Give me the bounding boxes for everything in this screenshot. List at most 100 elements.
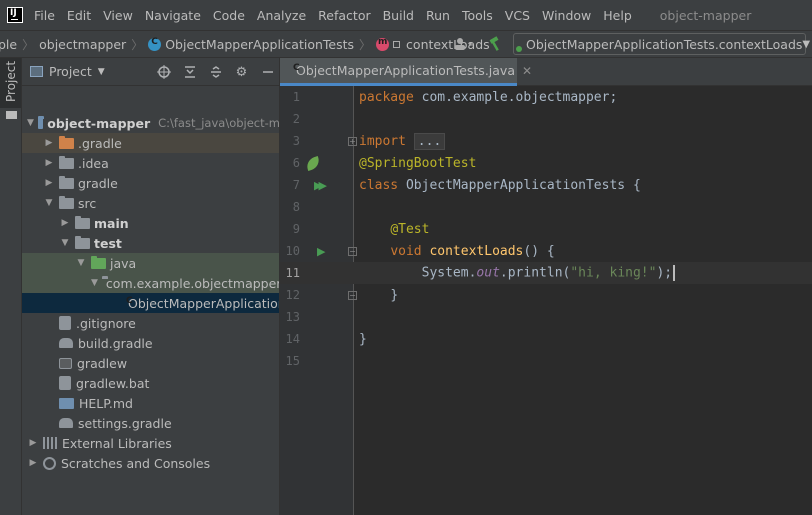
fold-expand-icon[interactable]: + xyxy=(348,136,357,146)
breadcrumb-separator: 〉 xyxy=(22,37,35,52)
chevron-right-icon[interactable]: ▶ xyxy=(59,218,71,228)
run-all-tests-icon[interactable]: ▶▶ xyxy=(314,179,327,192)
expand-all-icon[interactable] xyxy=(182,65,197,80)
chevron-down-icon[interactable]: ▼ xyxy=(43,198,55,208)
gitignore-file-icon xyxy=(59,316,71,330)
scratches-icon xyxy=(43,456,56,470)
run-test-icon[interactable]: ▶ xyxy=(317,245,325,258)
tree-item-java[interactable]: ▼ java xyxy=(22,253,279,273)
tree-item-scratches[interactable]: ▶ Scratches and Consoles xyxy=(22,453,279,473)
tree-item-gitignore[interactable]: .gitignore xyxy=(22,313,279,333)
code-line[interactable]: 1 package com.example.objectmapper; xyxy=(280,86,812,108)
code-line-current[interactable]: 11 System.out.println("hi, king!"); xyxy=(280,262,812,284)
chevron-right-icon[interactable]: ▶ xyxy=(43,138,55,148)
chevron-down-icon[interactable]: ▼ xyxy=(59,238,71,248)
code-line[interactable]: 12 − } xyxy=(280,284,812,306)
tree-item-gradlew[interactable]: gradlew xyxy=(22,353,279,373)
folder-icon xyxy=(75,235,90,249)
tree-item-main[interactable]: ▶ main xyxy=(22,213,279,233)
tree-item-gradlew-bat[interactable]: gradlew.bat xyxy=(22,373,279,393)
folded-imports[interactable]: ... xyxy=(413,132,446,150)
tree-item-idea[interactable]: ▶ .idea xyxy=(22,153,279,173)
window-title: object-mapper xyxy=(659,7,752,23)
code-line[interactable]: 8 xyxy=(280,196,812,218)
project-stripe-button[interactable]: Project xyxy=(0,58,21,119)
code-line[interactable]: 14 } xyxy=(280,328,812,350)
text-caret xyxy=(673,265,676,281)
folder-icon xyxy=(59,175,74,189)
fold-collapse-icon[interactable]: − xyxy=(348,246,357,256)
menu-tools[interactable]: Tools xyxy=(462,8,493,23)
tree-item-package[interactable]: ▼ com.example.objectmapper xyxy=(22,273,279,293)
lock-icon xyxy=(393,40,401,48)
chevron-down-icon: ▼ xyxy=(802,38,811,50)
tree-root-object-mapper[interactable]: ▼ object-mapper C:\fast_java\object-m xyxy=(22,113,279,133)
breadcrumb-separator: 〉 xyxy=(359,37,372,52)
code-line[interactable]: 9 @Test xyxy=(280,218,812,240)
project-tool-window: Project ▼ ⚙ ▼ object-mapper C:\fast_java… xyxy=(22,58,280,515)
tree-item-build-gradle[interactable]: build.gradle xyxy=(22,333,279,353)
chevron-right-icon[interactable]: ▶ xyxy=(43,158,55,168)
code-line[interactable]: 13 xyxy=(280,306,812,328)
tree-item-help-md[interactable]: HELP.md xyxy=(22,393,279,413)
code-line[interactable]: 7 ▶▶ class ObjectMapperApplicationTests … xyxy=(280,174,812,196)
run-configuration-select[interactable]: ObjectMapperApplicationTests.contextLoad… xyxy=(513,33,810,55)
code-line[interactable]: 2 xyxy=(280,108,812,130)
test-source-folder-icon xyxy=(91,255,106,269)
chevron-down-icon[interactable]: ▼ xyxy=(98,67,105,77)
code-line[interactable]: 10 ▶ − void contextLoads() { xyxy=(280,240,812,262)
project-view-selector[interactable]: Project xyxy=(49,64,92,79)
editor-tab-active[interactable]: ObjectMapperApplicationTests.java ✕ xyxy=(280,58,532,86)
tree-item-gradle[interactable]: ▶ gradle xyxy=(22,173,279,193)
tree-item-gradle-cache[interactable]: ▶ .gradle xyxy=(22,133,279,153)
chevron-right-icon[interactable]: ▶ xyxy=(43,178,55,188)
menu-refactor[interactable]: Refactor xyxy=(318,8,370,23)
code-line[interactable]: 15 xyxy=(280,350,812,372)
chevron-right-icon[interactable]: ▶ xyxy=(27,458,39,468)
method-icon xyxy=(376,37,390,51)
intellij-logo-icon[interactable]: IJ xyxy=(7,7,23,23)
fold-end-icon[interactable]: − xyxy=(348,290,357,300)
collapse-all-icon[interactable] xyxy=(208,65,223,80)
menu-file[interactable]: File xyxy=(34,8,55,23)
menu-window[interactable]: Window xyxy=(542,8,591,23)
tree-item-settings-gradle[interactable]: settings.gradle xyxy=(22,413,279,433)
menu-vcs[interactable]: VCS xyxy=(505,8,530,23)
menu-run[interactable]: Run xyxy=(426,8,450,23)
folder-icon xyxy=(6,111,17,119)
menu-analyze[interactable]: Analyze xyxy=(257,8,306,23)
breadcrumb-item[interactable]: ple xyxy=(0,37,17,52)
menu-edit[interactable]: Edit xyxy=(67,8,91,23)
code-line[interactable]: 3 + import ... xyxy=(280,130,812,152)
editor-tab-bar: ObjectMapperApplicationTests.java ✕ xyxy=(280,58,812,86)
user-dropdown-button[interactable] xyxy=(451,34,477,54)
build-hammer-icon[interactable] xyxy=(485,34,505,54)
breadcrumb-separator: 〉 xyxy=(131,37,144,52)
gear-icon[interactable]: ⚙ xyxy=(234,65,249,80)
navigation-bar: ple 〉 objectmapper 〉 ObjectMapperApplica… xyxy=(0,30,812,58)
tree-item-external-libraries[interactable]: ▶ External Libraries xyxy=(22,433,279,453)
chevron-down-icon[interactable]: ▼ xyxy=(27,118,34,128)
menu-view[interactable]: View xyxy=(103,8,133,23)
breadcrumb-item-class[interactable]: ObjectMapperApplicationTests xyxy=(148,37,354,52)
menu-code[interactable]: Code xyxy=(213,8,245,23)
menu-help[interactable]: Help xyxy=(603,8,632,23)
minimize-icon[interactable] xyxy=(260,65,275,80)
tree-item-test[interactable]: ▼ test xyxy=(22,233,279,253)
class-icon xyxy=(148,37,162,51)
code-line[interactable]: 6 @SpringBootTest xyxy=(280,152,812,174)
folder-icon xyxy=(59,155,74,169)
chevron-right-icon[interactable]: ▶ xyxy=(27,438,39,448)
tree-item-src[interactable]: ▼ src xyxy=(22,193,279,213)
chevron-down-icon[interactable]: ▼ xyxy=(75,258,87,268)
module-folder-icon xyxy=(37,115,45,129)
close-tab-icon[interactable]: ✕ xyxy=(522,64,532,78)
chevron-down-icon[interactable]: ▼ xyxy=(91,278,98,288)
spring-bean-icon[interactable] xyxy=(304,155,322,171)
breadcrumb-item-package[interactable]: objectmapper xyxy=(39,37,126,52)
menu-build[interactable]: Build xyxy=(383,8,414,23)
folder-icon xyxy=(59,195,74,209)
menu-navigate[interactable]: Navigate xyxy=(145,8,201,23)
locate-file-icon[interactable] xyxy=(156,65,171,80)
tree-item-test-class[interactable]: ObjectMapperApplicationTests xyxy=(22,293,279,313)
